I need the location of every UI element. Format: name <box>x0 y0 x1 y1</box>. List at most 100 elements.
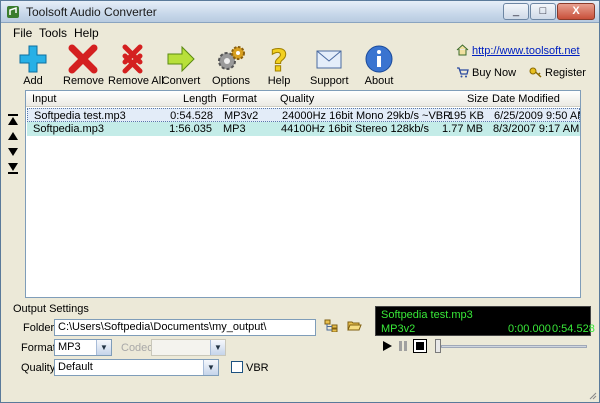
menu-bar: File Tools Help <box>1 24 599 42</box>
gears-icon <box>218 46 245 70</box>
resize-grip-icon[interactable] <box>587 390 597 400</box>
question-mark-icon: ? <box>270 44 288 74</box>
title-bar: Toolsoft Audio Converter _ □ X <box>1 1 599 23</box>
chevron-down-icon: ▼ <box>203 360 218 375</box>
folder-label: Folder <box>23 322 55 334</box>
info-icon <box>365 45 393 73</box>
cell-quality: 44100Hz 16bit Stereo 128kb/s <box>281 123 429 135</box>
key-icon <box>529 67 542 78</box>
add-label: Add <box>23 75 43 87</box>
remove-all-icon <box>122 44 143 74</box>
quality-select[interactable]: Default ▼ <box>54 359 219 376</box>
format-label: Format <box>21 342 56 354</box>
col-date-modified[interactable]: Date Modified <box>492 93 560 105</box>
close-button[interactable]: X <box>557 3 595 20</box>
reorder-controls <box>7 113 21 177</box>
cell-quality: 24000Hz 16bit Mono 29kb/s ~VBR <box>282 110 452 122</box>
buy-now-label: Buy Now <box>472 67 517 79</box>
quality-value: Default <box>58 361 93 373</box>
options-button[interactable]: Options <box>211 44 251 87</box>
add-button[interactable]: Add <box>15 44 51 87</box>
player-display: Softpedia test.mp3 MP3v2 0:00.000 0:54.5… <box>375 306 595 336</box>
menu-file[interactable]: File <box>13 26 32 40</box>
player-controls <box>379 339 591 355</box>
cell-length: 1:56.035 <box>169 123 212 135</box>
quality-label: Quality <box>21 362 56 374</box>
about-button[interactable]: About <box>363 44 395 87</box>
convert-label: Convert <box>161 75 201 87</box>
output-settings-title: Output Settings <box>13 303 89 315</box>
cell-date: 8/3/2007 9:17 AM <box>493 123 580 135</box>
chevron-down-icon: ▼ <box>210 340 225 355</box>
folder-tree-icon[interactable] <box>324 319 339 332</box>
about-label: About <box>364 75 394 87</box>
support-label: Support <box>310 75 349 87</box>
folder-actions <box>324 319 367 335</box>
pause-icon[interactable] <box>397 340 409 352</box>
move-top-icon[interactable] <box>7 113 19 127</box>
cell-size: 1.77 MB <box>442 123 483 135</box>
vbr-checkbox[interactable] <box>231 361 243 373</box>
col-length[interactable]: Length <box>183 93 217 105</box>
format-value: MP3 <box>58 341 81 353</box>
home-icon <box>456 44 469 56</box>
col-size[interactable]: Size <box>467 93 488 105</box>
list-header: Input Length Format Quality Size Date Mo… <box>26 91 580 107</box>
play-icon[interactable] <box>381 340 393 352</box>
move-bottom-icon[interactable] <box>7 161 19 175</box>
vbr-label: VBR <box>246 362 269 374</box>
cell-input: Softpedia test.mp3 <box>34 110 126 122</box>
col-input[interactable]: Input <box>32 93 56 105</box>
buy-now-link[interactable]: Buy Now <box>456 66 516 79</box>
help-label: Help <box>267 75 291 87</box>
stop-icon[interactable] <box>413 339 427 353</box>
table-row[interactable]: Softpedia.mp3 1:56.035 MP3 44100Hz 16bit… <box>27 122 580 136</box>
menu-tools[interactable]: Tools <box>39 26 67 40</box>
move-down-icon[interactable] <box>7 145 19 159</box>
cell-input: Softpedia.mp3 <box>33 123 104 135</box>
convert-button[interactable]: Convert <box>161 44 201 87</box>
support-button[interactable]: Support <box>310 44 349 87</box>
folder-field[interactable]: C:\Users\Softpedia\Documents\my_output\ <box>54 319 316 336</box>
cell-length: 0:54.528 <box>170 110 213 122</box>
remove-button[interactable]: Remove <box>63 44 104 87</box>
app-window: Toolsoft Audio Converter _ □ X File Tool… <box>0 0 600 403</box>
codec-label: Codec <box>121 342 153 354</box>
format-select[interactable]: MP3 ▼ <box>54 339 112 356</box>
convert-arrow-icon <box>167 45 195 73</box>
menu-help[interactable]: Help <box>74 26 99 40</box>
seek-track[interactable] <box>441 345 587 348</box>
register-link[interactable]: Register <box>529 66 586 79</box>
codec-select[interactable]: ▼ <box>151 339 226 356</box>
move-up-icon[interactable] <box>7 129 19 143</box>
file-list[interactable]: Input Length Format Quality Size Date Mo… <box>25 90 581 298</box>
seek-thumb[interactable] <box>435 339 441 353</box>
cell-size: 195 KB <box>447 110 484 122</box>
remove-icon <box>68 44 98 74</box>
app-icon <box>7 6 19 18</box>
register-label: Register <box>545 67 586 79</box>
remove-all-label: Remove All <box>108 75 164 87</box>
cell-date: 6/25/2009 9:50 AM <box>494 110 581 122</box>
maximize-button[interactable]: □ <box>530 3 556 20</box>
remove-all-button[interactable]: Remove All <box>108 44 164 87</box>
player-duration: 0:54.528 <box>552 323 595 335</box>
window-title: Toolsoft Audio Converter <box>26 5 157 19</box>
open-folder-icon[interactable] <box>347 319 362 332</box>
chevron-down-icon: ▼ <box>96 340 111 355</box>
minimize-button[interactable]: _ <box>503 3 529 20</box>
player-filename: Softpedia test.mp3 <box>381 309 473 321</box>
player-format: MP3v2 <box>381 323 416 335</box>
cell-format: MP3v2 <box>224 110 259 122</box>
add-icon <box>19 45 47 73</box>
col-quality[interactable]: Quality <box>280 93 314 105</box>
col-format[interactable]: Format <box>222 93 257 105</box>
remove-label: Remove <box>63 75 104 87</box>
cell-format: MP3 <box>223 123 246 135</box>
website-link[interactable]: http://www.toolsoft.net <box>456 44 580 57</box>
table-row[interactable]: Softpedia test.mp3 0:54.528 MP3v2 24000H… <box>27 108 580 122</box>
website-url: http://www.toolsoft.net <box>472 45 580 57</box>
options-label: Options <box>212 75 250 87</box>
help-button[interactable]: ? Help <box>263 44 295 87</box>
envelope-icon <box>316 50 342 69</box>
